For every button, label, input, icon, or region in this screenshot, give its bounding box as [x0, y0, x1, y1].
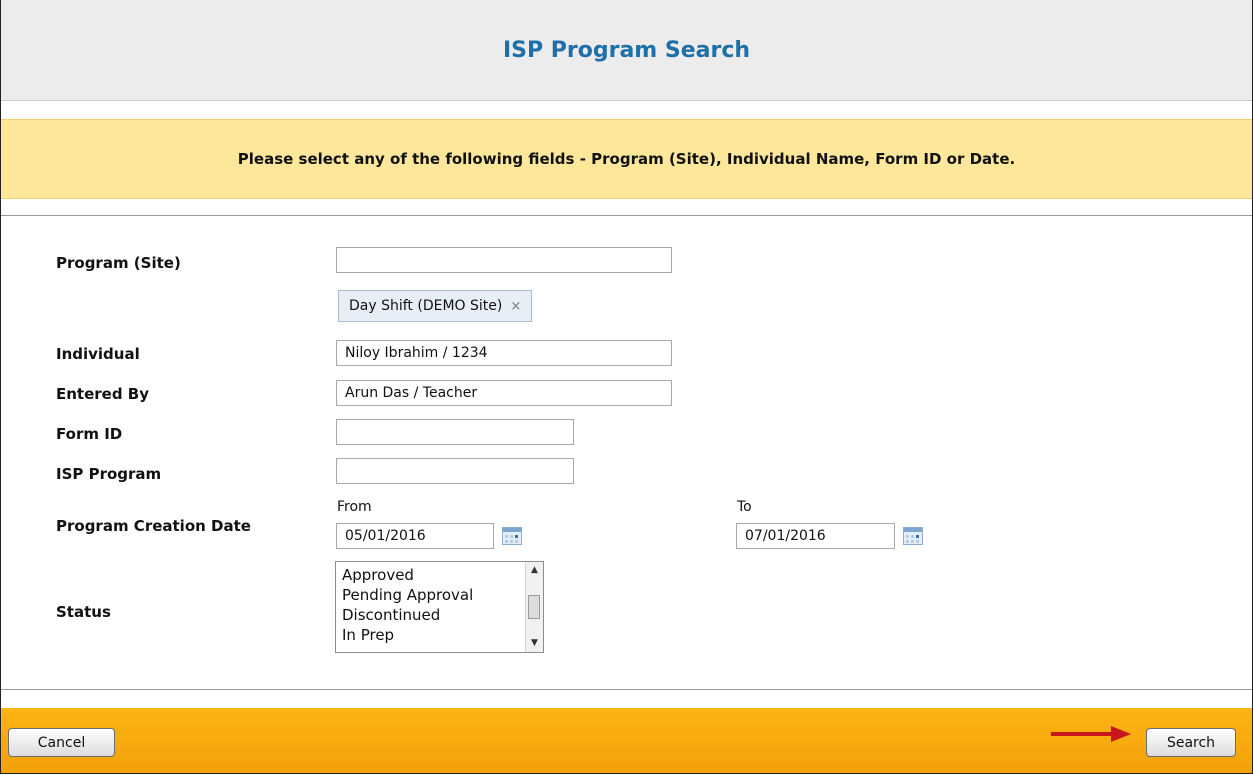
instruction-text: Please select any of the following field… [237, 150, 1016, 168]
status-listbox[interactable]: Approved Pending Approval Discontinued I… [335, 561, 544, 653]
status-option[interactable]: Discontinued [342, 606, 440, 624]
individual-label: Individual [56, 345, 140, 363]
entered-by-label: Entered By [56, 385, 150, 403]
individual-input[interactable] [336, 340, 672, 366]
from-date-input[interactable] [336, 523, 494, 549]
status-scrollbar[interactable]: ▲ ▼ [525, 562, 543, 652]
to-label: To [737, 499, 752, 515]
calendar-icon[interactable] [502, 527, 522, 545]
divider [1, 215, 1252, 216]
search-button[interactable]: Search [1146, 728, 1236, 757]
chip-label: Day Shift (DEMO Site) [349, 298, 503, 314]
status-option[interactable]: Approved [342, 566, 414, 584]
close-icon[interactable]: × [510, 299, 521, 314]
program-site-input[interactable] [336, 247, 672, 273]
status-label: Status [56, 603, 111, 621]
to-date-input[interactable] [736, 523, 895, 549]
isp-program-label: ISP Program [56, 465, 162, 483]
calendar-icon[interactable] [903, 527, 923, 545]
program-site-chip: Day Shift (DEMO Site) × [338, 290, 533, 322]
form-id-label: Form ID [56, 425, 123, 443]
dialog-header: ISP Program Search [1, 0, 1252, 101]
creation-date-label: Program Creation Date [56, 517, 251, 535]
status-option[interactable]: In Prep [342, 626, 394, 644]
from-label: From [337, 499, 372, 515]
instruction-banner: Please select any of the following field… [1, 119, 1252, 199]
status-option[interactable]: Pending Approval [342, 586, 473, 604]
cancel-button[interactable]: Cancel [8, 728, 115, 757]
isp-program-input[interactable] [336, 458, 574, 484]
entered-by-input[interactable] [336, 380, 672, 406]
program-site-label: Program (Site) [56, 254, 181, 272]
scrollbar-thumb[interactable] [528, 595, 540, 619]
chevron-up-icon[interactable]: ▲ [526, 562, 543, 579]
page-title: ISP Program Search [502, 37, 751, 63]
divider [1, 689, 1252, 690]
arrow-right-icon [1051, 726, 1131, 742]
dialog: ISP Program Search Please select any of … [0, 0, 1253, 774]
form-id-input[interactable] [336, 419, 574, 445]
chevron-down-icon[interactable]: ▼ [526, 635, 543, 652]
